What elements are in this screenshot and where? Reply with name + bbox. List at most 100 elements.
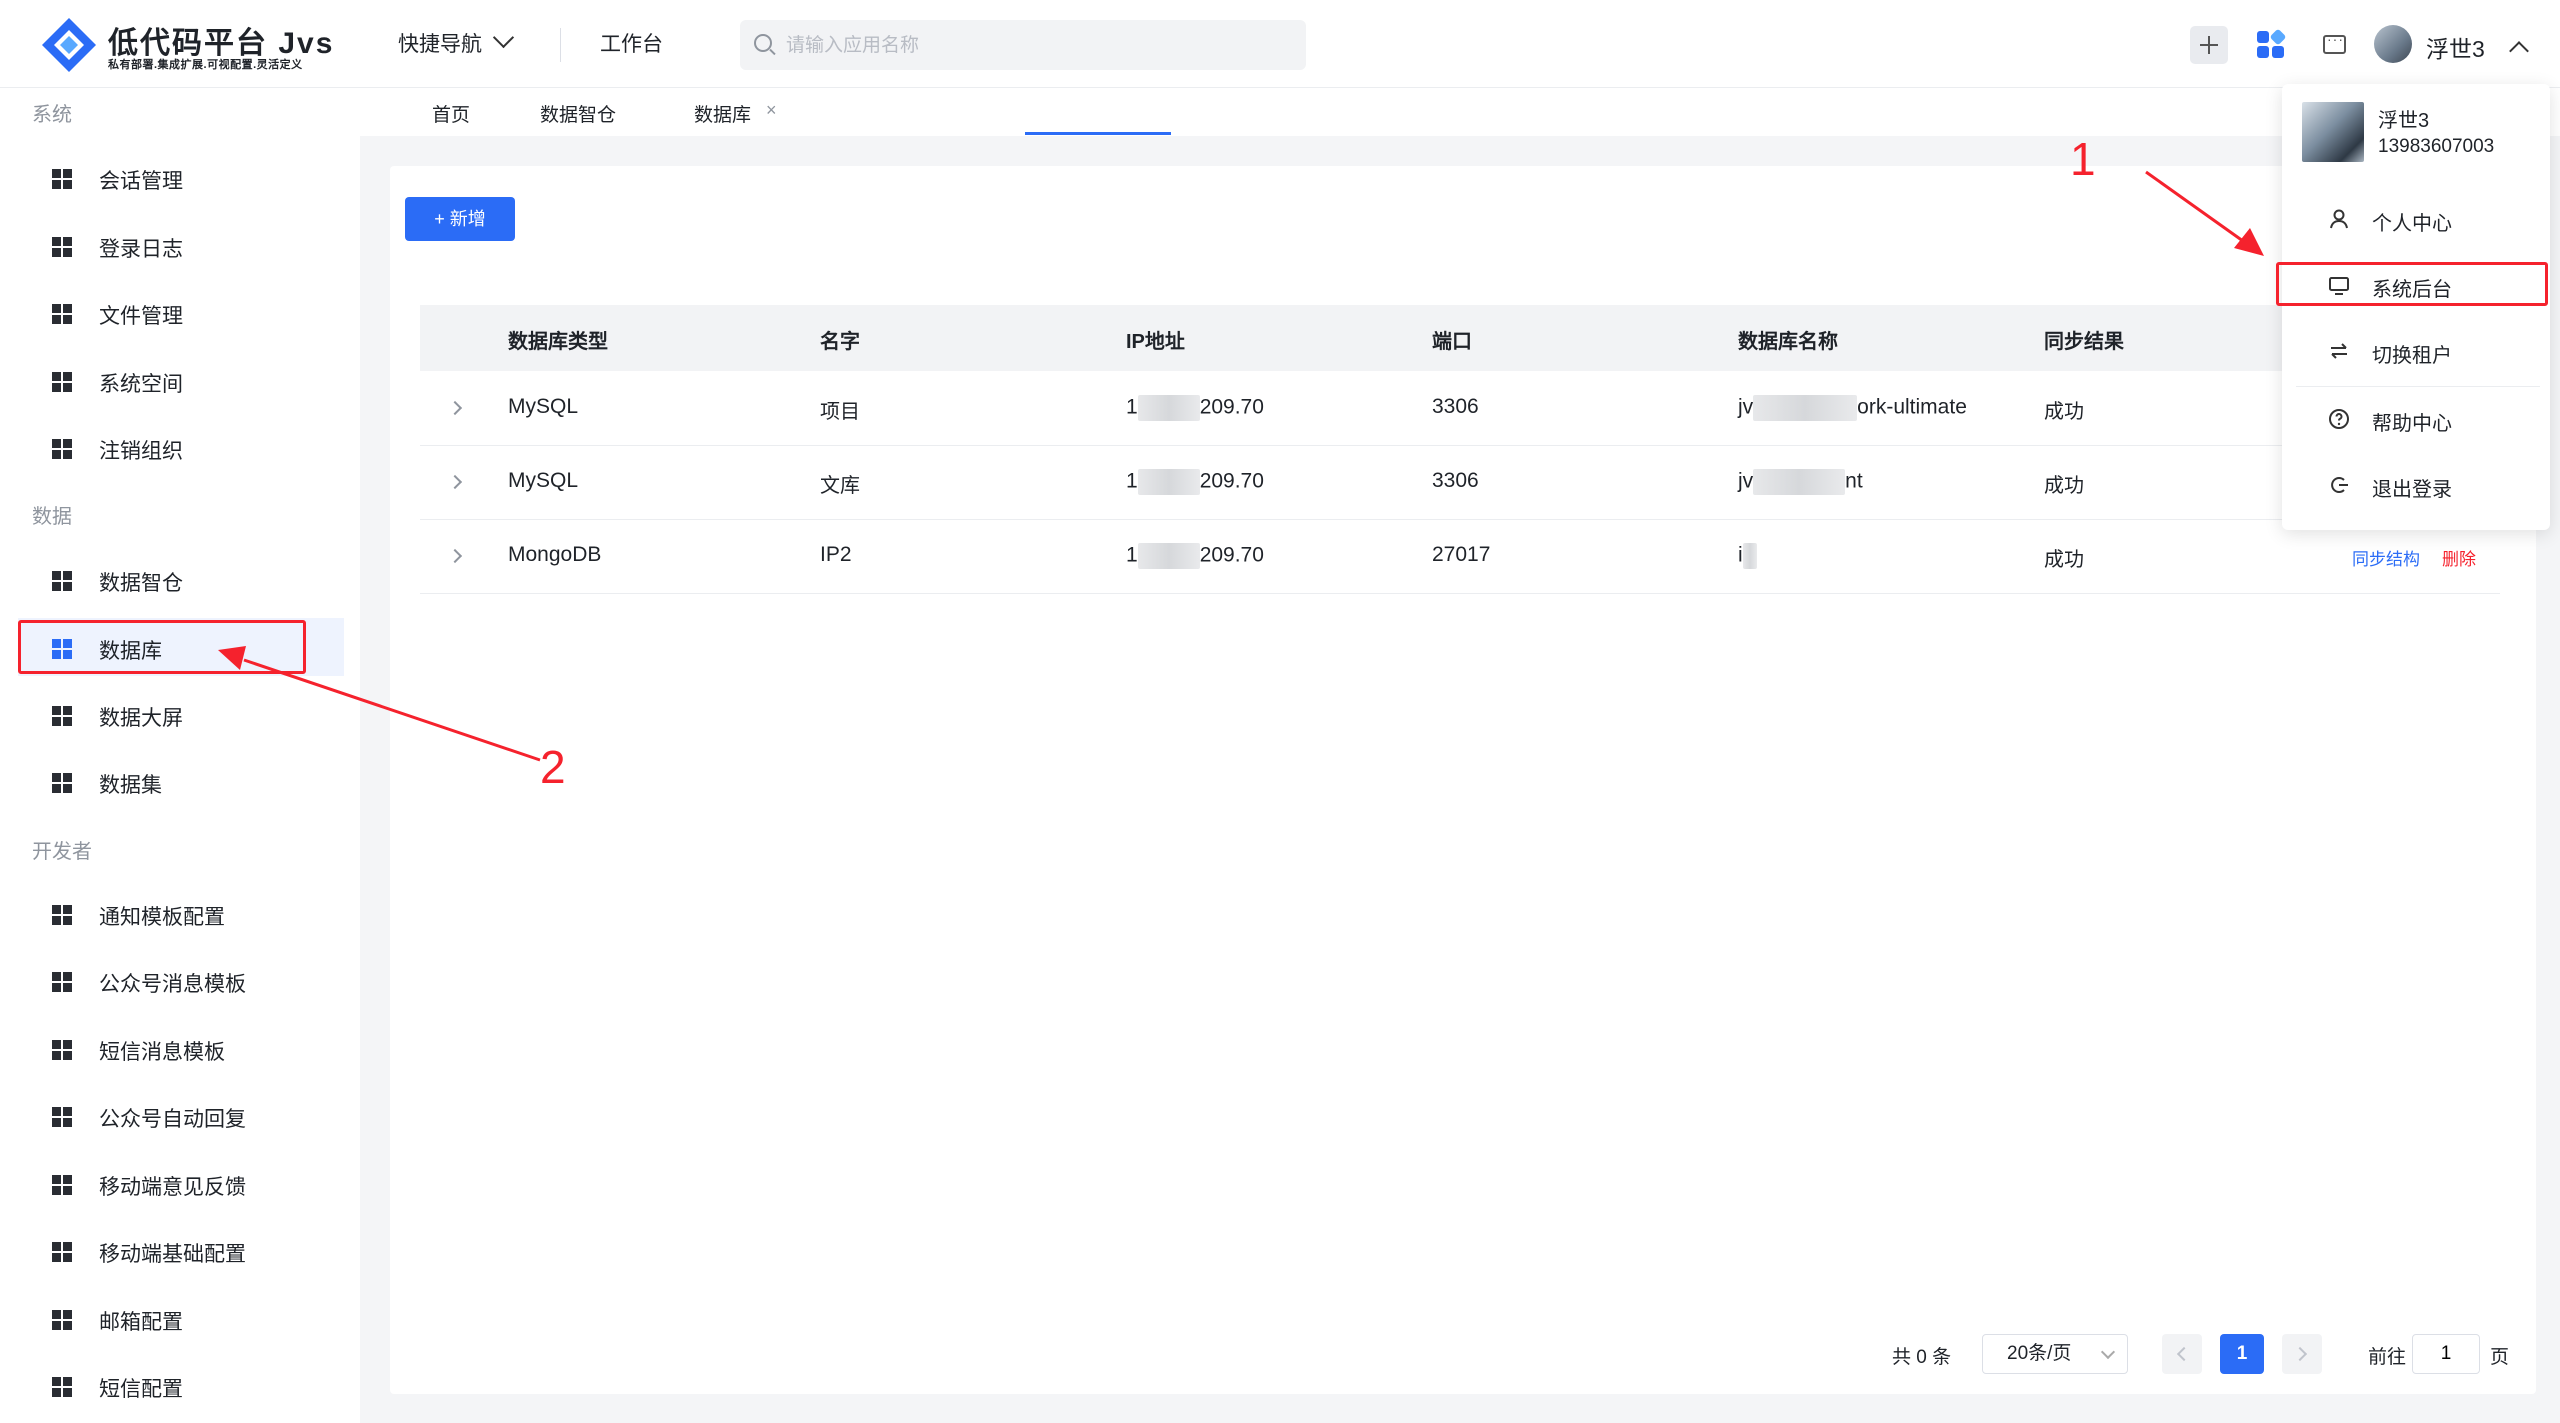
cell-port: 3306 <box>1432 469 1479 492</box>
sidebar-item-data-screen[interactable]: 数据大屏 <box>18 685 344 743</box>
sidebar-item-dataset[interactable]: 数据集 <box>18 752 344 810</box>
close-icon[interactable]: × <box>766 100 777 121</box>
table-header: 数据库类型 名字 IP地址 端口 数据库名称 同步结果 <box>420 305 2500 371</box>
highlight-box-database <box>18 620 306 674</box>
menu-item-profile[interactable]: 个人中心 <box>2300 196 2540 240</box>
sidebar-item-label: 通知模板配置 <box>99 906 225 929</box>
add-button[interactable]: + 新增 <box>405 197 515 241</box>
expand-icon[interactable] <box>447 548 463 564</box>
quick-nav-dropdown[interactable]: 快捷导航 <box>398 26 515 58</box>
sidebar-item-mobile-config[interactable]: 移动端基础配置 <box>18 1221 344 1279</box>
table-row[interactable]: MySQL 项目 1 209.70 3306 jv ork-ultimate 成功 <box>420 371 2500 446</box>
menu-user-phone: 13983607003 <box>2378 136 2495 157</box>
apps-grid-icon[interactable] <box>2254 26 2292 64</box>
sidebar-item-data-warehouse[interactable]: 数据智仓 <box>18 550 344 608</box>
grid-icon <box>52 905 72 925</box>
grid-icon <box>52 773 72 793</box>
menu-item-label: 退出登录 <box>2372 479 2452 501</box>
cell-name: 项目 <box>820 401 860 423</box>
menu-item-help[interactable]: 帮助中心 <box>2300 396 2540 440</box>
sidebar-item-mobile-feedback[interactable]: 移动端意见反馈 <box>18 1154 344 1212</box>
app-search[interactable] <box>740 20 1306 70</box>
sidebar-item-space[interactable]: 系统空间 <box>18 351 344 409</box>
menu-item-label: 帮助中心 <box>2372 413 2452 435</box>
menu-item-label: 个人中心 <box>2372 213 2452 235</box>
redacted-block <box>1753 469 1846 495</box>
grid-icon <box>52 1107 72 1127</box>
redacted-block <box>1742 543 1757 569</box>
menu-divider <box>2296 386 2540 387</box>
sidebar-item-cancel-org[interactable]: 注销组织 <box>18 418 344 476</box>
menu-item-label: 切换租户 <box>2372 345 2452 367</box>
tab-database[interactable]: 数据库 <box>694 100 751 127</box>
header-divider <box>560 28 561 62</box>
page-size-select[interactable]: 20条/页 <box>1982 1334 2128 1374</box>
tab-data-warehouse[interactable]: 数据智仓 <box>540 100 616 127</box>
sidebar-item-label: 移动端意见反馈 <box>99 1176 246 1199</box>
grid-icon <box>52 1175 72 1195</box>
add-icon[interactable] <box>2190 26 2228 64</box>
sidebar-item-label: 系统空间 <box>99 373 183 396</box>
db-suffix: ork-ultimate <box>1857 395 1967 419</box>
chevron-up-icon[interactable] <box>2509 41 2529 61</box>
sidebar-item-sms-template[interactable]: 短信消息模板 <box>18 1019 344 1077</box>
current-page-button[interactable]: 1 <box>2220 1334 2264 1374</box>
sidebar-item-sms-config[interactable]: 短信配置 <box>18 1356 344 1414</box>
ip-prefix: 1 <box>1126 395 1138 419</box>
tab-home[interactable]: 首页 <box>432 100 470 127</box>
table-row[interactable]: MySQL 文库 1 209.70 3306 jv nt 成功 <box>420 445 2500 520</box>
sidebar-item-label: 短信配置 <box>99 1378 183 1401</box>
redacted-block <box>1753 395 1858 421</box>
redacted-block <box>1137 543 1200 569</box>
prev-page-button[interactable] <box>2162 1334 2202 1374</box>
cell-port: 3306 <box>1432 395 1479 418</box>
cell-type: MySQL <box>508 395 579 418</box>
ip-suffix: 209.70 <box>1199 469 1264 493</box>
user-name[interactable]: 浮世3 <box>2426 30 2485 64</box>
sidebar-item-label: 文件管理 <box>99 305 183 328</box>
sidebar-item-label: 登录日志 <box>99 238 183 261</box>
menu-item-logout[interactable]: 退出登录 <box>2300 462 2540 506</box>
avatar[interactable] <box>2374 25 2412 63</box>
next-page-button[interactable] <box>2282 1334 2322 1374</box>
sidebar-item-notify-template[interactable]: 通知模板配置 <box>18 884 344 942</box>
expand-icon[interactable] <box>447 400 463 416</box>
sidebar-item-label: 公众号消息模板 <box>99 973 246 996</box>
grid-icon <box>52 304 72 324</box>
cell-ip: 1 209.70 <box>1126 543 1264 569</box>
sidebar-item-login-log[interactable]: 登录日志 <box>18 216 344 274</box>
ip-suffix: 209.70 <box>1199 543 1264 567</box>
sidebar-item-mp-auto-reply[interactable]: 公众号自动回复 <box>18 1086 344 1144</box>
pagination-total: 共 0 条 <box>1892 1347 1952 1368</box>
grid-icon <box>52 571 72 591</box>
expand-icon[interactable] <box>447 474 463 490</box>
cell-type: MySQL <box>508 469 579 492</box>
workbench-link[interactable]: 工作台 <box>600 28 663 58</box>
grid-icon <box>52 972 72 992</box>
cell-name: 文库 <box>820 475 860 497</box>
page-tabs: 首页 数据智仓 数据库 <box>360 88 2560 136</box>
sidebar-section-title: 数据 <box>32 506 72 528</box>
goto-page-input[interactable] <box>2412 1334 2480 1374</box>
sidebar-item-mp-template[interactable]: 公众号消息模板 <box>18 951 344 1009</box>
cell-dbname: i <box>1738 543 1757 569</box>
message-icon[interactable] <box>2314 26 2352 64</box>
annotation-label-2: 2 <box>540 741 566 793</box>
cell-dbname: jv ork-ultimate <box>1738 395 1967 421</box>
sync-structure-link[interactable]: 同步结构 <box>2352 545 2420 570</box>
quick-nav-label: 快捷导航 <box>398 33 482 56</box>
table-row[interactable]: MongoDB IP2 1 209.70 27017 i 成功 同步结构 删除 <box>420 519 2500 594</box>
page-size-value: 20条/页 <box>2007 1343 2072 1364</box>
menu-item-switch-tenant[interactable]: 切换租户 <box>2300 328 2540 372</box>
delete-link[interactable]: 删除 <box>2442 545 2476 570</box>
sidebar-item-email-config[interactable]: 邮箱配置 <box>18 1289 344 1347</box>
sidebar-item-session[interactable]: 会话管理 <box>18 148 344 206</box>
column-header: 数据库名称 <box>1738 331 1838 353</box>
cell-ip: 1 209.70 <box>1126 469 1264 495</box>
grid-icon <box>52 169 72 189</box>
search-input[interactable] <box>784 28 1288 64</box>
cell-result: 成功 <box>2044 475 2084 497</box>
cell-type: MongoDB <box>508 543 602 566</box>
sidebar-item-files[interactable]: 文件管理 <box>18 283 344 341</box>
sidebar-item-label: 数据集 <box>99 774 162 797</box>
